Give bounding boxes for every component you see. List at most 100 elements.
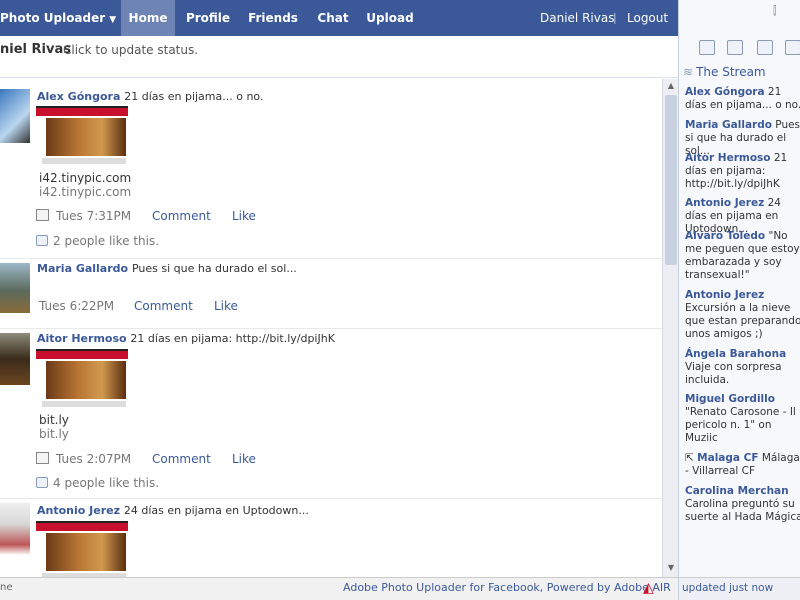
likes-summary: 2 people like this. bbox=[36, 234, 159, 248]
thumbs-up-icon bbox=[36, 235, 48, 246]
nav-home[interactable]: Home bbox=[121, 0, 175, 36]
stream-item-author[interactable]: Antonio Jerez bbox=[685, 289, 764, 301]
avatar[interactable] bbox=[0, 89, 30, 143]
post-thumbnail[interactable] bbox=[36, 106, 128, 166]
friends-icon[interactable] bbox=[757, 40, 773, 55]
post-author[interactable]: Maria Gallardo bbox=[37, 262, 128, 275]
stream-item[interactable]: Aitor Hermoso 21 días en pijama: http://… bbox=[685, 152, 800, 191]
post-thumbnail[interactable] bbox=[36, 349, 128, 409]
external-link-icon: ⇱ bbox=[685, 452, 694, 464]
stream-item-author[interactable]: Ángela Barahona bbox=[685, 348, 786, 360]
chevron-down-icon: ▼ bbox=[109, 15, 117, 25]
link-url: i42.tinypic.com bbox=[39, 185, 132, 199]
stream-item-author[interactable]: Carolina Merchan bbox=[685, 485, 789, 497]
stream-item[interactable]: Ángela Barahona Viaje con sorpresa inclu… bbox=[685, 348, 800, 387]
top-nav-bar: Photo Uploader ▼ Home Profile Friends Cha… bbox=[0, 0, 678, 36]
stream-icon: ≋ bbox=[683, 65, 694, 79]
post-time: Tues 2:07PM bbox=[56, 452, 132, 466]
calendar-icon[interactable] bbox=[699, 40, 715, 55]
post-thumbnail[interactable] bbox=[36, 521, 128, 577]
stream-updated-status: updated just now bbox=[679, 577, 800, 600]
post-author[interactable]: Alex Góngora bbox=[37, 90, 120, 103]
comment-link[interactable]: Comment bbox=[152, 209, 211, 223]
likes-count[interactable]: 2 people like this. bbox=[53, 234, 159, 248]
feed-post: Alex Góngora 21 días en pijama... o no. … bbox=[0, 79, 662, 259]
avatar[interactable] bbox=[0, 333, 30, 385]
stream-item-text: Viaje con sorpresa incluida. bbox=[685, 361, 782, 386]
post-message: 24 días en pijama en Uptodown... bbox=[123, 504, 309, 517]
app-menu[interactable]: Photo Uploader ▼ bbox=[0, 0, 120, 36]
stream-item[interactable]: Antonio Jerez Excursión a la nieve que e… bbox=[685, 289, 800, 341]
nav-friends[interactable]: Friends bbox=[244, 0, 302, 36]
post-type-icon bbox=[36, 209, 49, 221]
like-link[interactable]: Like bbox=[232, 452, 256, 466]
scrollbar-thumb[interactable] bbox=[665, 95, 677, 265]
like-link[interactable]: Like bbox=[214, 299, 238, 313]
stream-item[interactable]: Miguel Gordillo "Renato Carosone - Il pe… bbox=[685, 393, 800, 445]
app-title: Photo Uploader bbox=[0, 11, 106, 25]
link-url: bit.ly bbox=[39, 427, 69, 441]
like-link[interactable]: Like bbox=[232, 209, 256, 223]
avatar[interactable] bbox=[0, 503, 30, 555]
footer-credit[interactable]: Adobe Photo Uploader for Facebook, Power… bbox=[343, 581, 671, 594]
window-controls: ⫿ bbox=[773, 4, 777, 18]
nav-chat[interactable]: Chat bbox=[312, 0, 354, 36]
status-row: niel Rivas Click to update status. bbox=[0, 36, 678, 78]
stream-sidebar: ⫿ ≋ The Stream Alex Góngora 21 días en pi… bbox=[678, 0, 800, 600]
user-name-link[interactable]: Daniel Rivas bbox=[540, 0, 614, 36]
stream-header: ≋ The Stream bbox=[683, 65, 766, 79]
feather-icon[interactable] bbox=[785, 40, 800, 55]
post-header: Maria Gallardo Pues si que ha durado el … bbox=[37, 262, 297, 275]
feed-post: Antonio Jerez 24 días en pijama en Uptod… bbox=[0, 499, 662, 577]
stream-item[interactable]: Alex Góngora 21 días en pijama... o no. bbox=[685, 86, 800, 112]
stream-item-author[interactable]: Antonio Jerez bbox=[685, 197, 764, 209]
thumbs-up-icon bbox=[36, 477, 48, 488]
nav-separator: | bbox=[613, 11, 617, 24]
footer-status: ne bbox=[0, 582, 13, 593]
feed-scrollbar[interactable]: ▲ ▼ bbox=[662, 79, 678, 577]
nav-upload[interactable]: Upload bbox=[362, 0, 418, 36]
current-user-name: niel Rivas bbox=[0, 42, 71, 57]
nav-profile[interactable]: Profile bbox=[180, 0, 236, 36]
comment-link[interactable]: Comment bbox=[152, 452, 211, 466]
logout-link[interactable]: Logout bbox=[627, 0, 668, 36]
feed-post: Aitor Hermoso 21 días en pijama: http://… bbox=[0, 329, 662, 499]
stream-item-author[interactable]: Alvaro Toledo bbox=[685, 230, 765, 242]
stream-item-author[interactable]: Miguel Gordillo bbox=[685, 393, 775, 405]
collapse-icon[interactable]: ⫿ bbox=[773, 4, 777, 17]
update-status-prompt[interactable]: Click to update status. bbox=[63, 43, 198, 57]
stream-item[interactable]: Alvaro Toledo "No me peguen que estoy em… bbox=[685, 230, 800, 282]
post-author[interactable]: Aitor Hermoso bbox=[37, 332, 127, 345]
stream-item-author[interactable]: Alex Góngora bbox=[685, 86, 765, 98]
scroll-down-icon[interactable]: ▼ bbox=[665, 563, 677, 575]
stream-item-text: "Renato Carosone - Il pericolo n. 1" on … bbox=[685, 406, 796, 444]
stream-item-author[interactable]: Malaga CF bbox=[697, 452, 758, 464]
message-icon[interactable] bbox=[727, 40, 743, 55]
scroll-up-icon[interactable]: ▲ bbox=[665, 81, 677, 93]
news-feed: Alex Góngora 21 días en pijama... o no. … bbox=[0, 79, 662, 577]
stream-item[interactable]: ⇱ Malaga CF Málaga - Villarreal CF bbox=[685, 452, 800, 478]
stream-title: The Stream bbox=[696, 65, 766, 79]
stream-item-author[interactable]: Maria Gallardo bbox=[685, 119, 772, 131]
post-time: Tues 6:22PM bbox=[39, 299, 115, 313]
comment-link[interactable]: Comment bbox=[134, 299, 193, 313]
stream-item-text: Carolina preguntó su suerte al Hada Mági… bbox=[685, 498, 800, 523]
post-header: Alex Góngora 21 días en pijama... o no. bbox=[37, 90, 263, 103]
stream-item-author[interactable]: Aitor Hermoso bbox=[685, 152, 771, 164]
link-title[interactable]: i42.tinypic.com bbox=[39, 171, 131, 185]
post-header: Aitor Hermoso 21 días en pijama: http://… bbox=[37, 332, 335, 345]
stream-item-text: Excursión a la nieve que estan preparand… bbox=[685, 302, 800, 340]
avatar[interactable] bbox=[0, 263, 30, 313]
post-message: 21 días en pijama... o no. bbox=[124, 90, 264, 103]
likes-summary: 4 people like this. bbox=[36, 476, 159, 490]
post-author[interactable]: Antonio Jerez bbox=[37, 504, 120, 517]
post-message: 21 días en pijama: http://bit.ly/dpiJhK bbox=[130, 332, 335, 345]
post-type-icon bbox=[36, 452, 49, 464]
footer-bar: ne Adobe Photo Uploader for Facebook, Po… bbox=[0, 577, 678, 600]
stream-item[interactable]: Carolina Merchan Carolina preguntó su su… bbox=[685, 485, 800, 524]
post-time: Tues 7:31PM bbox=[56, 209, 132, 223]
post-header: Antonio Jerez 24 días en pijama en Uptod… bbox=[37, 504, 309, 517]
likes-count[interactable]: 4 people like this. bbox=[53, 476, 159, 490]
link-title[interactable]: bit.ly bbox=[39, 413, 69, 427]
post-message: Pues si que ha durado el sol... bbox=[131, 262, 297, 275]
